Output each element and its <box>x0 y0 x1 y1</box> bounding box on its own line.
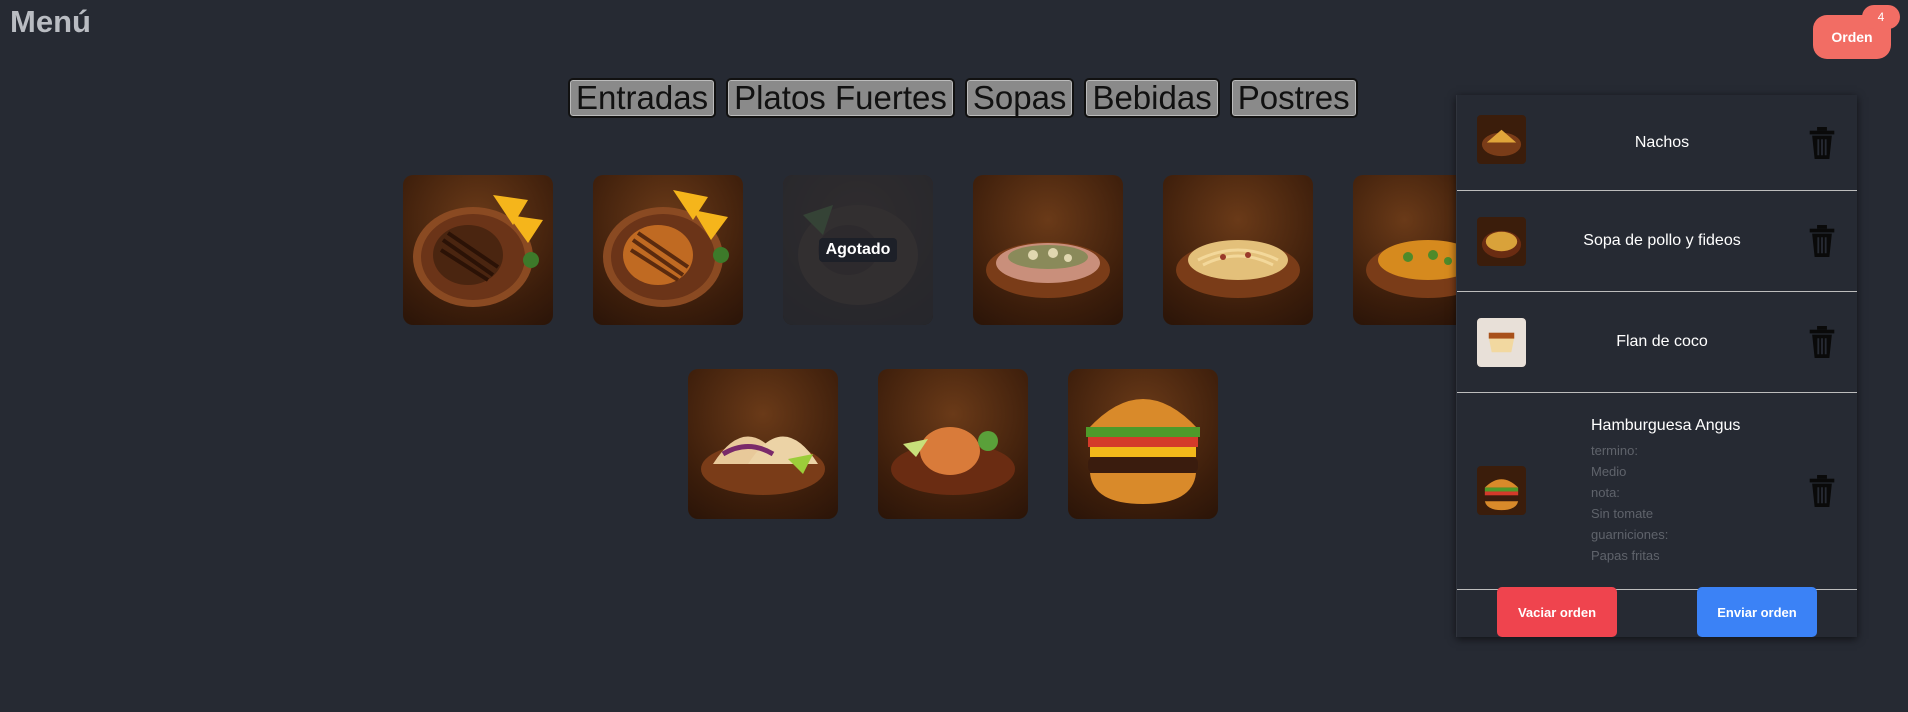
category-tabs: Entradas Platos Fuertes Sopas Bebidas Po… <box>568 78 1358 118</box>
menu-item-curry-plate[interactable] <box>1353 175 1456 325</box>
order-item-thumbnail <box>1477 466 1526 515</box>
order-item: Sopa de pollo y fideos <box>1457 191 1857 292</box>
order-item-name: Nachos <box>1634 133 1690 151</box>
order-actions: Vaciar orden Enviar orden <box>1457 587 1857 637</box>
chicken-plate-image <box>603 190 729 307</box>
order-item: Nachos <box>1457 95 1857 191</box>
tab-sopas[interactable]: Sopas <box>964 78 1075 118</box>
rice-plate-image <box>891 427 1015 495</box>
menu-item-steak-mushroom-plate[interactable] <box>973 175 1123 325</box>
tab-postres[interactable]: Postres <box>1229 78 1358 118</box>
order-item-details: Hamburguesa Angus termino: Medio nota: S… <box>1591 417 1740 566</box>
menu-item-tacos-plate[interactable] <box>688 369 838 519</box>
spaghetti-plate-image <box>1176 240 1300 298</box>
order-panel: Nachos Sopa de pollo y fideos Flan de co… <box>1456 95 1857 637</box>
chicken-plate-image <box>413 195 543 307</box>
trash-icon[interactable] <box>1807 225 1837 257</box>
page-title: Menú <box>10 4 91 39</box>
steak-plate-image <box>986 242 1110 298</box>
menu-item-chicken-plate-2[interactable] <box>593 175 743 325</box>
menu-item-sold-out-plate[interactable]: Agotado <box>783 175 933 325</box>
order-item-thumbnail <box>1477 318 1526 367</box>
trash-icon[interactable] <box>1807 475 1837 507</box>
order-item: Hamburguesa Angus termino: Medio nota: S… <box>1457 393 1857 590</box>
curry-plate-image <box>1366 240 1456 298</box>
burger-plate-image <box>1086 399 1200 504</box>
trash-icon[interactable] <box>1807 326 1837 358</box>
order-count-badge: 4 <box>1862 5 1900 29</box>
order-item: Flan de coco <box>1457 292 1857 393</box>
detail-label: termino: <box>1591 443 1638 458</box>
send-order-button[interactable]: Enviar orden <box>1697 587 1817 637</box>
sold-out-overlay: Agotado <box>783 175 933 325</box>
tab-bebidas[interactable]: Bebidas <box>1084 78 1220 118</box>
detail-label: nota: <box>1591 485 1620 500</box>
detail-value: Medio <box>1591 464 1627 479</box>
menu-item-rice-plate[interactable] <box>878 369 1028 519</box>
sold-out-label: Agotado <box>818 238 898 262</box>
detail-value: Sin tomate <box>1591 506 1654 521</box>
tacos-plate-image <box>701 436 825 495</box>
order-item-name: Flan de coco <box>1616 333 1708 350</box>
menu-item-spaghetti-plate[interactable] <box>1163 175 1313 325</box>
clear-order-button[interactable]: Vaciar orden <box>1497 587 1617 637</box>
menu-item-chicken-plate-1[interactable] <box>403 175 553 325</box>
detail-label: guarniciones: <box>1591 527 1669 542</box>
tab-entradas[interactable]: Entradas <box>568 78 717 118</box>
order-item-name: Hamburguesa Angus <box>1591 417 1741 434</box>
detail-value: Papas fritas <box>1591 548 1660 563</box>
order-item-thumbnail <box>1477 217 1526 266</box>
menu-item-burger-plate[interactable] <box>1068 369 1218 519</box>
trash-icon[interactable] <box>1807 126 1837 159</box>
tab-platos-fuertes[interactable]: Platos Fuertes <box>726 78 955 118</box>
order-item-thumbnail <box>1477 115 1526 164</box>
order-item-name: Sopa de pollo y fideos <box>1583 232 1741 249</box>
